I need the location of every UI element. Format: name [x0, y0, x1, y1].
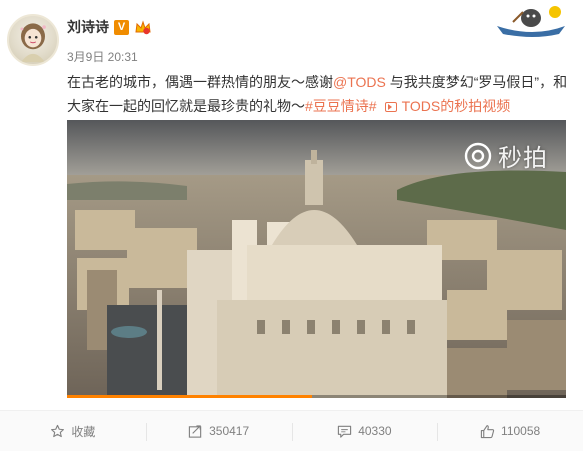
username[interactable]: 刘诗诗: [67, 17, 109, 37]
user-row: 刘诗诗 V: [67, 17, 152, 37]
miaopai-watermark: 秒拍: [464, 138, 548, 173]
favorite-label: 收藏: [71, 424, 96, 439]
favorite-button[interactable]: 收藏: [0, 411, 146, 451]
hashtag-link[interactable]: #豆豆情诗#: [305, 98, 377, 114]
repost-button[interactable]: 350417: [145, 411, 292, 451]
repost-count: 350417: [209, 424, 250, 438]
star-icon: [51, 424, 65, 437]
video-link-label[interactable]: TODS的秒拍视频: [402, 98, 511, 114]
cartoon-boat-sticker: [497, 6, 565, 37]
weibo-post-card: 刘诗诗 V 3月9日 20:31 在古老的城市，偶遇一群热情的朋友～感谢@TOD…: [0, 0, 583, 451]
thumbs-up-icon: [480, 424, 495, 438]
video-source-link[interactable]: TODS的秒拍视频: [384, 98, 511, 114]
action-bar: 收藏 350417 40330 110058: [0, 410, 583, 451]
verified-badge-icon: V: [114, 19, 129, 35]
comment-count: 40330: [358, 424, 392, 438]
post-timestamp[interactable]: 3月9日 20:31: [67, 48, 138, 65]
share-icon: [188, 424, 202, 438]
comment-icon: [338, 425, 352, 438]
watermark-label: 秒拍: [498, 144, 548, 172]
video-icon: [384, 102, 397, 112]
post-text-part1: 在古老的城市，偶遇一群热情的朋友～感谢: [67, 74, 333, 90]
user-avatar[interactable]: [7, 14, 59, 66]
comment-button[interactable]: 40330: [291, 411, 438, 451]
post-content: 在古老的城市，偶遇一群热情的朋友～感谢@TODS 与我共度梦幻“罗马假日”，和大…: [67, 70, 572, 118]
video-progress-fill: [67, 395, 312, 398]
mention-link[interactable]: @TODS: [333, 74, 386, 90]
vip-crown-icon: [135, 19, 151, 34]
miaopai-logo-icon: [464, 142, 492, 169]
video-progress-track[interactable]: [67, 395, 566, 398]
like-button[interactable]: 110058: [437, 411, 583, 451]
video-player[interactable]: 秒拍: [67, 120, 566, 398]
like-count: 110058: [501, 424, 541, 438]
